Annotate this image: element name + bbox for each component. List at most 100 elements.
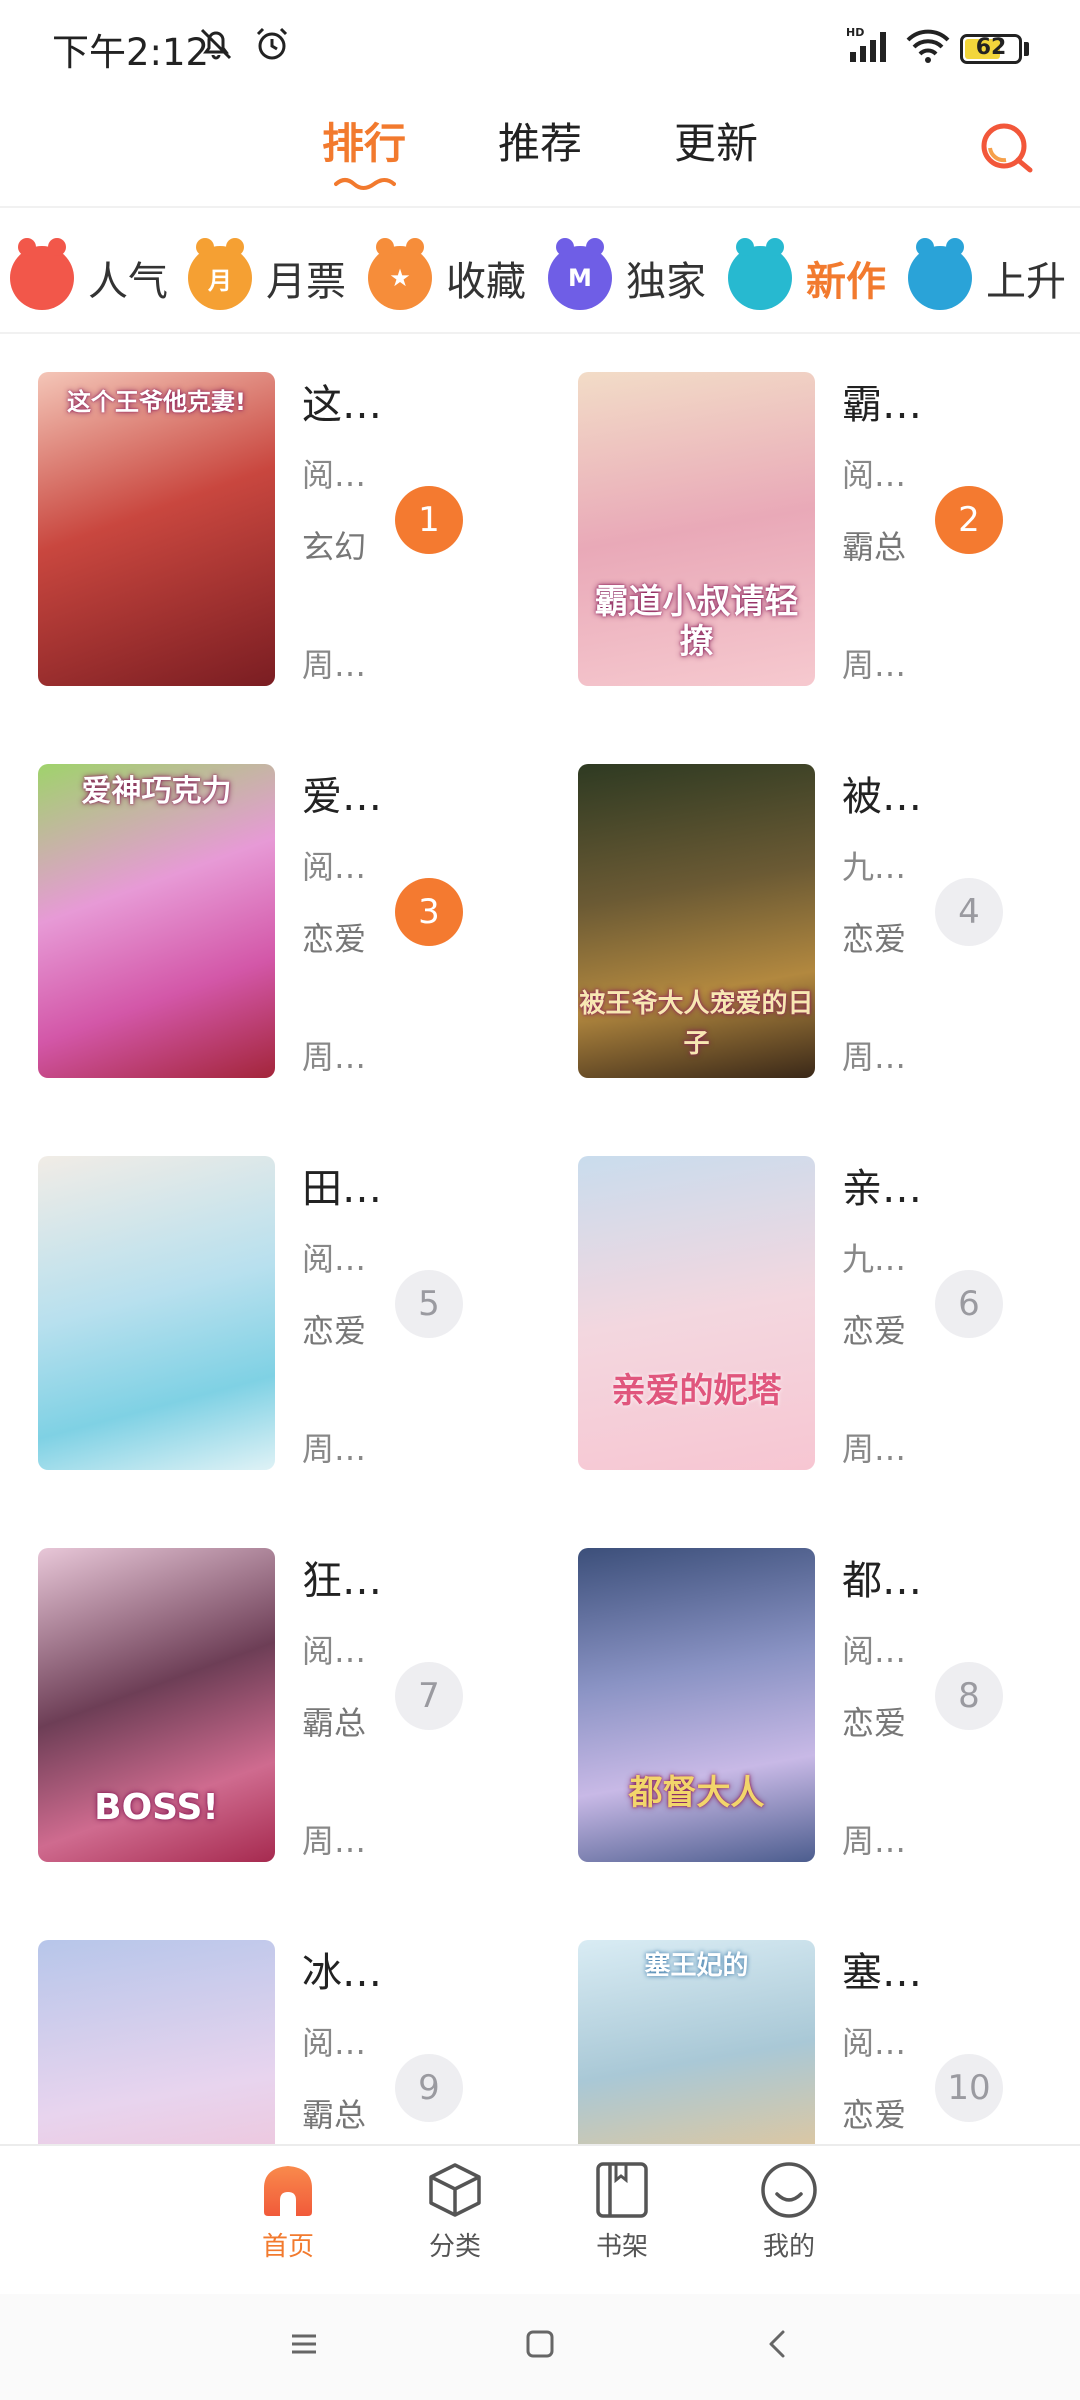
comic-reads: 九… <box>842 848 907 886</box>
search-icon[interactable] <box>976 118 1036 178</box>
comic-title[interactable]: 爱… <box>302 764 382 822</box>
comic-reads: 阅… <box>302 456 367 494</box>
category-popular-label: 人气 <box>88 259 168 305</box>
category-exclusive-label: 独家 <box>626 259 706 305</box>
comic-cover[interactable]: 亲爱的妮塔 <box>578 1156 815 1470</box>
tab-update[interactable]: 更新 <box>674 110 758 171</box>
cover-title-art: 塞王妃的 <box>644 1951 749 1981</box>
list-item[interactable]: 塞王妃的 塞… 阅… 恋爱 10 <box>540 1902 1080 2144</box>
comic-title[interactable]: 被… <box>842 764 922 822</box>
comic-genre: 霸总 <box>842 528 907 566</box>
rank-badge: 7 <box>395 1662 463 1730</box>
tab-recommend[interactable]: 推荐 <box>498 110 582 171</box>
network-type: HD <box>846 26 864 39</box>
new-icon <box>728 238 792 310</box>
comic-weekly: 周… <box>842 1822 907 1860</box>
category-monthly-ticket-label: 月票 <box>266 259 346 305</box>
list-item[interactable]: BOSS! 狂… 阅… 霸总 周… 7 <box>0 1510 540 1902</box>
top-tabs: 排行 推荐 更新 <box>0 100 1080 200</box>
comic-cover[interactable]: BOSS! <box>38 1548 275 1862</box>
tab-update-label: 更新 <box>674 119 759 168</box>
nav-bookshelf[interactable]: 书架 <box>567 2160 677 2263</box>
comic-weekly: 周… <box>842 1430 907 1468</box>
rank-badge: 2 <box>935 486 1003 554</box>
list-item[interactable]: 冰… 阅… 霸总 9 <box>0 1902 540 2144</box>
category-row: 人气 月 月票 ★ 收藏 M 独家 新作 上升 <box>0 222 1080 332</box>
comic-title[interactable]: 霸… <box>842 372 922 430</box>
tab-recommend-label: 推荐 <box>498 119 583 168</box>
list-item[interactable]: 霸道小叔请轻撩 霸… 阅… 霸总 周… 2 <box>540 334 1080 726</box>
cover-title-art: BOSS! <box>94 1787 219 1828</box>
comic-title[interactable]: 这… <box>302 372 382 430</box>
comic-title[interactable]: 田… <box>302 1156 382 1214</box>
bottom-nav: 首页 分类 书架 我的 <box>0 2144 1080 2294</box>
comic-title[interactable]: 塞… <box>842 1940 922 1998</box>
comic-cover[interactable]: 爱神巧克力 <box>38 764 275 1078</box>
comic-genre: 恋爱 <box>842 920 907 958</box>
category-new-label: 新作 <box>806 259 886 305</box>
tab-ranking[interactable]: 排行 <box>322 110 406 190</box>
ticket-icon: 月 <box>188 238 252 310</box>
cover-title-art: 霸道小叔请轻撩 <box>594 582 799 662</box>
comic-title[interactable]: 亲… <box>842 1156 922 1214</box>
rank-badge: 10 <box>935 2054 1003 2122</box>
comic-genre: 霸总 <box>302 1704 367 1742</box>
comic-cover[interactable] <box>38 1940 275 2144</box>
comic-cover[interactable]: 被王爷大人宠爱的日子 <box>578 764 815 1078</box>
comic-cover[interactable]: 都督大人 <box>578 1548 815 1862</box>
comic-weekly: 周… <box>302 1822 367 1860</box>
nav-home[interactable]: 首页 <box>233 2160 343 2263</box>
rank-badge: 9 <box>395 2054 463 2122</box>
book-icon <box>596 2162 648 2218</box>
comic-title[interactable]: 狂… <box>302 1548 382 1606</box>
comic-genre: 霸总 <box>302 2096 367 2134</box>
comic-title[interactable]: 冰… <box>302 1940 382 1998</box>
rank-badge: 5 <box>395 1270 463 1338</box>
flame-icon <box>10 238 74 310</box>
category-new[interactable]: 新作 <box>728 238 886 318</box>
comic-genre: 恋爱 <box>842 2096 907 2134</box>
comic-reads: 阅… <box>842 1632 907 1670</box>
rank-badge: 6 <box>935 1270 1003 1338</box>
rising-icon <box>908 238 972 310</box>
comic-cover[interactable]: 霸道小叔请轻撩 <box>578 372 815 686</box>
nav-home-label: 首页 <box>261 2232 314 2262</box>
nav-category[interactable]: 分类 <box>400 2160 510 2263</box>
category-popular[interactable]: 人气 <box>10 238 168 318</box>
back-icon[interactable] <box>758 2324 798 2364</box>
category-exclusive[interactable]: M 独家 <box>548 238 706 318</box>
list-item[interactable]: 田… 阅… 恋爱 周… 5 <box>0 1118 540 1510</box>
system-nav-bar <box>0 2294 1080 2400</box>
battery-percent: 62 <box>975 35 1007 60</box>
signal-icon: HD <box>846 26 886 62</box>
nav-mine[interactable]: 我的 <box>734 2160 844 2263</box>
rank-badge: 3 <box>395 878 463 946</box>
ranking-list: 这个王爷他克妻! 这… 阅… 玄幻 周… 1 霸道小叔请轻撩 霸… 阅… 霸总 … <box>0 334 1080 2144</box>
cover-title-art: 都督大人 <box>628 1773 765 1813</box>
category-favorites[interactable]: ★ 收藏 <box>368 238 526 318</box>
comic-cover[interactable] <box>38 1156 275 1470</box>
comic-weekly: 周… <box>842 1038 907 1076</box>
comic-cover[interactable]: 塞王妃的 <box>578 1940 815 2144</box>
list-item[interactable]: 被王爷大人宠爱的日子 被… 九… 恋爱 周… 4 <box>540 726 1080 1118</box>
home-icon <box>264 2166 312 2216</box>
home-button-icon[interactable] <box>520 2324 560 2364</box>
rank-badge: 1 <box>395 486 463 554</box>
category-rising[interactable]: 上升 <box>908 238 1066 318</box>
list-item[interactable]: 亲爱的妮塔 亲… 九… 恋爱 周… 6 <box>540 1118 1080 1510</box>
comic-reads: 阅… <box>302 1632 367 1670</box>
cube-icon <box>429 2163 481 2217</box>
category-monthly-ticket[interactable]: 月 月票 <box>188 238 346 318</box>
list-item[interactable]: 都督大人 都… 阅… 恋爱 周… 8 <box>540 1510 1080 1902</box>
list-item[interactable]: 爱神巧克力 爱… 阅… 恋爱 周… 3 <box>0 726 540 1118</box>
comic-cover[interactable]: 这个王爷他克妻! <box>38 372 275 686</box>
mute-bell-icon <box>200 28 232 60</box>
comic-title[interactable]: 都… <box>842 1548 922 1606</box>
alarm-icon <box>256 27 288 60</box>
nav-bookshelf-label: 书架 <box>595 2232 648 2262</box>
menu-icon[interactable] <box>284 2324 324 2364</box>
comic-reads: 九… <box>842 1240 907 1278</box>
list-item[interactable]: 这个王爷他克妻! 这… 阅… 玄幻 周… 1 <box>0 334 540 726</box>
cover-title-art: 爱神巧克力 <box>81 774 232 809</box>
nav-category-label: 分类 <box>428 2232 481 2262</box>
